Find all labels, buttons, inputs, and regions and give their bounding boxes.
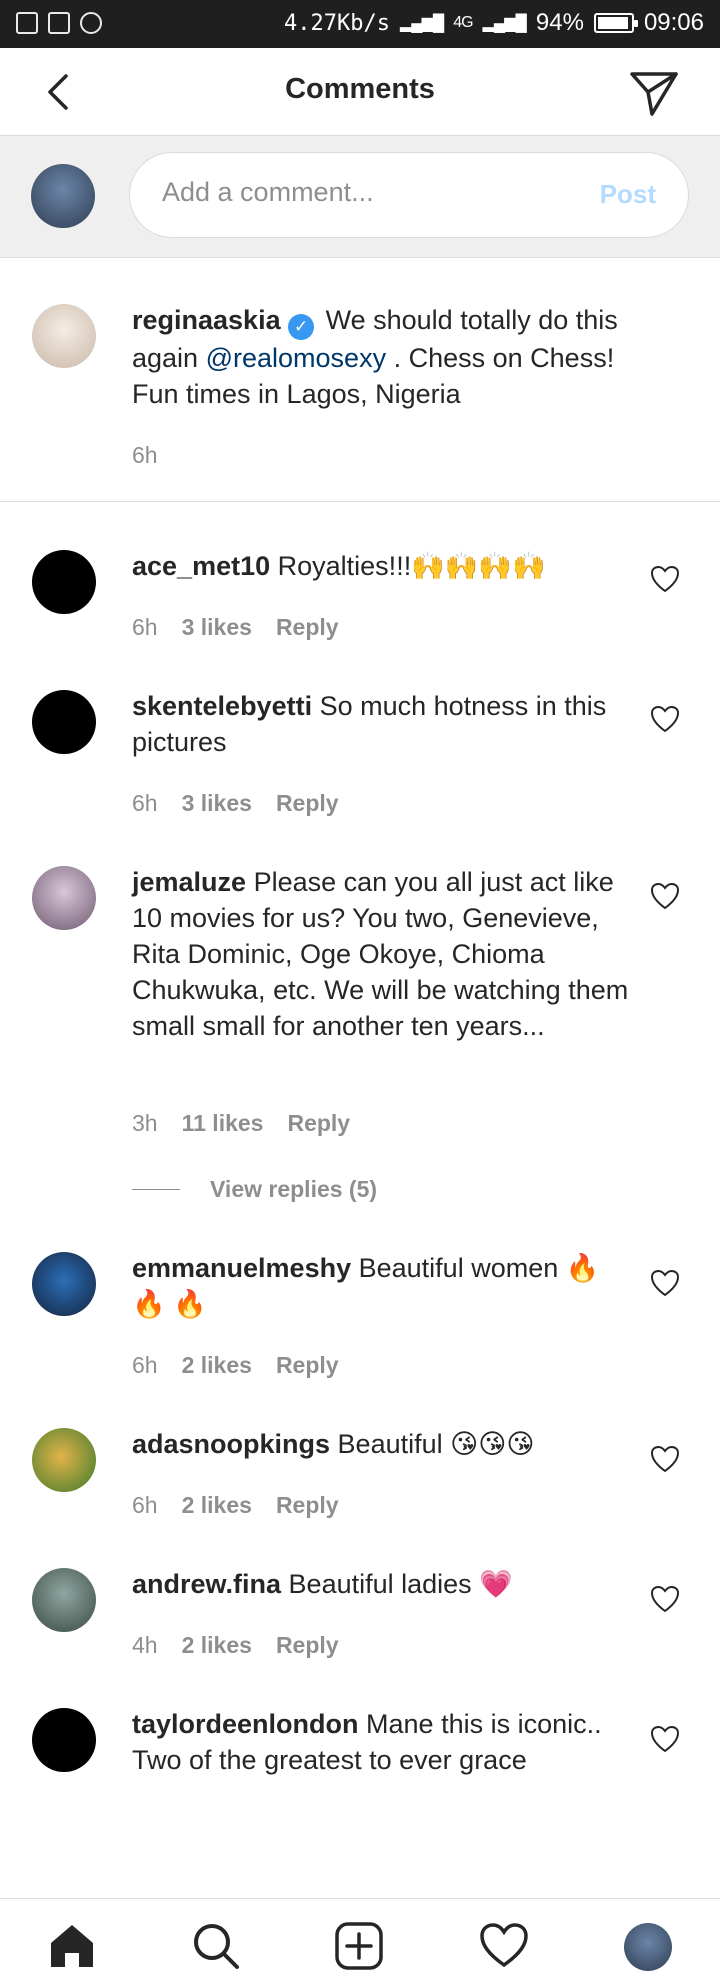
new-post-icon[interactable]	[334, 1921, 384, 1971]
comment-composer: Post	[0, 136, 720, 258]
chat-notification-icon	[80, 12, 102, 34]
network-speed: 4.27Kb/s	[284, 10, 390, 36]
heart-icon[interactable]	[650, 1725, 680, 1753]
heart-icon[interactable]	[650, 565, 680, 593]
profile-avatar[interactable]	[624, 1923, 672, 1971]
comment-time: 6h	[132, 1492, 158, 1518]
comment-text: ace_met10 Royalties!!!🙌🙌🙌🙌	[132, 548, 632, 584]
reply-button[interactable]: Reply	[276, 614, 339, 641]
comment-username[interactable]: andrew.fina	[132, 1569, 281, 1599]
reply-button[interactable]: Reply	[287, 1110, 350, 1137]
view-replies-label[interactable]: View replies (5)	[210, 1176, 377, 1203]
comment-likes[interactable]: 2 likes	[182, 1492, 252, 1519]
avatar[interactable]	[32, 304, 96, 368]
comment-username[interactable]: emmanuelmeshy	[132, 1253, 351, 1283]
comment-username[interactable]: jemaluze	[132, 867, 246, 897]
comment-body: Beautiful 😘😘😘	[337, 1429, 535, 1459]
comment-time: 6h	[132, 790, 158, 816]
post-caption: reginaaskia ✓ We should totally do this …	[0, 258, 720, 502]
comment-meta: 6h 3 likes Reply	[132, 614, 339, 641]
avatar[interactable]	[32, 1252, 96, 1316]
app-notification-icon	[16, 12, 38, 34]
comment-text: skentelebyetti So much hotness in this p…	[132, 688, 632, 760]
heart-icon[interactable]	[650, 1585, 680, 1613]
caption-username[interactable]: reginaaskia	[132, 305, 281, 335]
search-icon[interactable]	[191, 1921, 241, 1971]
status-bar: 4.27Kb/s ▂▄▆█ 4G ▂▄▆█ 94% 09:06	[0, 0, 720, 48]
comment-time: 6h	[132, 1352, 158, 1378]
caption-mention[interactable]: @realomosexy	[206, 343, 386, 373]
caption-time: 6h	[132, 442, 158, 468]
caption-meta: 6h	[132, 442, 158, 469]
paper-plane-icon[interactable]	[628, 68, 680, 118]
heart-icon[interactable]	[650, 1445, 680, 1473]
comment-meta: 6h 3 likes Reply	[132, 790, 339, 817]
post-button[interactable]: Post	[600, 179, 656, 210]
reply-button[interactable]: Reply	[276, 790, 339, 817]
page-title: Comments	[285, 73, 435, 105]
comment-meta: 6h 2 likes Reply	[132, 1492, 339, 1519]
reply-button[interactable]: Reply	[276, 1492, 339, 1519]
signal-icon-2: ▂▄▆█	[482, 15, 527, 32]
comment-input[interactable]	[162, 177, 562, 208]
home-icon[interactable]	[47, 1921, 97, 1971]
avatar[interactable]	[32, 550, 96, 614]
heart-icon[interactable]	[650, 882, 680, 910]
comment-body: Royalties!!!🙌🙌🙌🙌	[277, 551, 546, 581]
signal-icon: ▂▄▆█	[399, 15, 444, 32]
comment-text: taylordeenlondon Mane this is iconic.. T…	[132, 1706, 632, 1778]
verified-badge-icon: ✓	[288, 314, 315, 340]
avatar[interactable]	[32, 866, 96, 930]
comment-meta: 3h 11 likes Reply	[132, 1110, 350, 1137]
comment-time: 3h	[132, 1110, 158, 1136]
avatar[interactable]	[32, 1708, 96, 1772]
network-type: 4G	[453, 14, 473, 31]
comment-username[interactable]: adasnoopkings	[132, 1429, 330, 1459]
comment-likes[interactable]: 2 likes	[182, 1352, 252, 1379]
comment-username[interactable]: skentelebyetti	[132, 691, 312, 721]
battery-percent: 94%	[535, 9, 584, 36]
comment-likes[interactable]: 3 likes	[182, 790, 252, 817]
comment-time: 4h	[132, 1632, 158, 1658]
gallery-notification-icon	[48, 12, 70, 34]
heart-icon[interactable]	[650, 705, 680, 733]
reply-button[interactable]: Reply	[276, 1352, 339, 1379]
comment-body: Beautiful ladies 💗	[288, 1569, 513, 1599]
activity-heart-icon[interactable]	[479, 1921, 529, 1971]
comment-text: adasnoopkings Beautiful 😘😘😘	[132, 1426, 632, 1462]
header: Comments	[0, 48, 720, 136]
replies-divider	[132, 1189, 180, 1190]
my-avatar	[31, 164, 95, 228]
comment-likes[interactable]: 2 likes	[182, 1632, 252, 1659]
bottom-navigation	[0, 1898, 720, 1988]
comment-likes[interactable]: 3 likes	[182, 614, 252, 641]
comment-text: jemaluze Please can you all just act lik…	[132, 864, 632, 1044]
comment-time: 6h	[132, 614, 158, 640]
notification-icons	[16, 12, 102, 34]
avatar[interactable]	[32, 1428, 96, 1492]
heart-icon[interactable]	[650, 1269, 680, 1297]
comment-username[interactable]: taylordeenlondon	[132, 1709, 359, 1739]
avatar[interactable]	[32, 1568, 96, 1632]
view-replies-button[interactable]: View replies (5)	[132, 1176, 377, 1203]
comment-text: emmanuelmeshy Beautiful women 🔥 🔥 🔥	[132, 1250, 632, 1322]
battery-icon	[593, 13, 638, 33]
reply-button[interactable]: Reply	[276, 1632, 339, 1659]
comment-username[interactable]: ace_met10	[132, 551, 270, 581]
caption-text: reginaaskia ✓ We should totally do this …	[132, 302, 632, 412]
comment-meta: 6h 2 likes Reply	[132, 1352, 339, 1379]
avatar[interactable]	[32, 690, 96, 754]
comment-meta: 4h 2 likes Reply	[132, 1632, 339, 1659]
comment-text: andrew.fina Beautiful ladies 💗	[132, 1566, 632, 1602]
comment-field[interactable]: Post	[129, 152, 689, 238]
clock: 09:06	[643, 9, 704, 36]
comment-likes[interactable]: 11 likes	[182, 1110, 264, 1137]
